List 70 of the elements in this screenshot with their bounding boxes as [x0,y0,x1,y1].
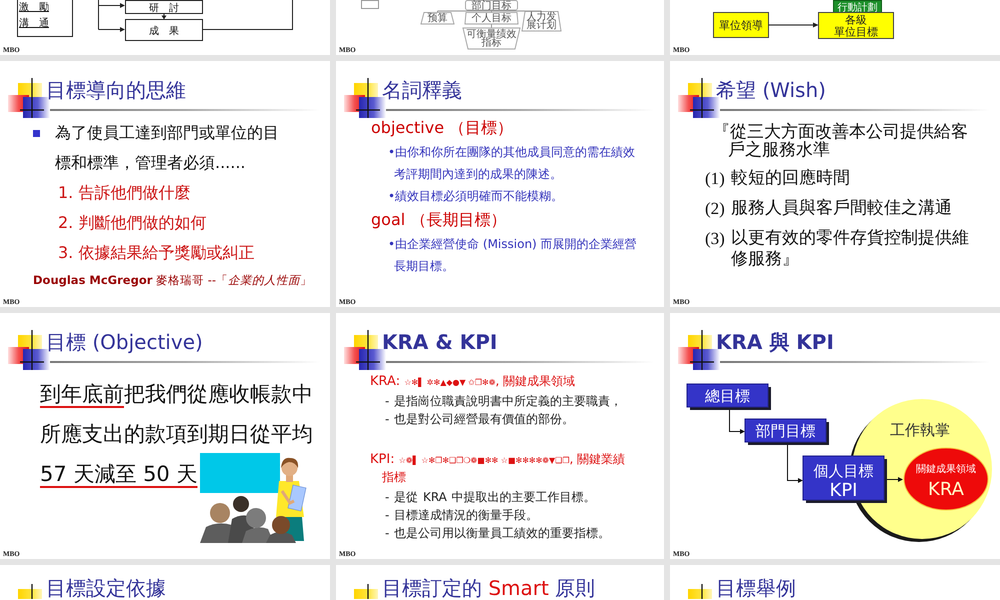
definition-text: •由你和你所在團隊的其他成員同意的需在績效考評期間內達到的成果的陳述。 [388,144,636,183]
term-heading: KRA: ☆✻▌ ✲✻▲◆●▼ ✩❒✻❁, 關鍵成果領域 [370,373,576,391]
list-frame [17,0,73,37]
item-number: (2) [705,198,725,219]
plan-box: 行動計劃 [833,0,882,14]
list-item: - 也是對公司經營最有價值的部份。 [385,411,576,428]
kra-label: KRA [928,479,964,500]
item-number: (1) [705,168,725,189]
title-logo-icon [354,583,380,599]
slide-title: 目標設定依據 [46,578,166,599]
goal-label: 總目標 [705,387,750,405]
goal-label: 個人目標 [814,462,874,480]
org-node: 个人目标 [464,12,519,24]
term-heading: KPI: ☆❁▌ ☆✻❒✻❑❒❍❁■✻✻ ☆■✻✻✻✻❁▼❑❒, 關鍵業績指標 [370,451,626,486]
kra-caption: 關鍵成果領域 [916,464,976,475]
unit-box: 各級 單位目標 [818,12,894,39]
list-item: 較短的回應時間 [730,168,851,189]
definition-text: •績效目標必須明確而不能模糊。 [388,188,564,205]
elbow-arrow [787,444,803,483]
slide-title: KRA 與 KPI [716,330,834,354]
bullet-icon [33,130,40,137]
slide-card[interactable]: 目標設定依據 [0,565,330,600]
slide-card[interactable]: 目標舉例 [670,565,1000,600]
unit-box: 單位領導 [713,12,769,38]
slide-title: 目標舉例 [716,578,796,599]
term-heading: objective （目標） [371,117,514,139]
down-arrow [162,13,166,20]
slide-card[interactable]: 目標訂定的 Smart 原則 [336,565,664,600]
org-node: 预算 [420,12,455,24]
list-item: 3. 依據結果給予獎勵或糾正 [58,242,256,264]
list-item: 以更有效的零件存貨控制提供維修服務』 [730,228,970,270]
list-item: 1. 告訴他們做什麼 [58,182,192,204]
title-logo-icon [18,583,44,599]
branch-arrow [98,0,125,32]
slide-title: 希望 (Wish) [716,78,826,102]
slide-title: 目標導向的思維 [46,78,186,102]
step-box: 成 果 [125,19,203,41]
goal-statement: 到年底前把我們從應收帳款中所應支出的款項到期日從平均 57 天減至 50 天 [40,381,314,488]
step-box: 研 討 [125,0,203,14]
list-item: 2. 判斷他們做的如何 [58,212,208,234]
slide-title: 目標訂定的 Smart 原則 [382,578,596,599]
goal-label: 部門目標 [756,422,816,440]
kpi-label: KPI [830,480,858,501]
title-logo-icon [8,77,50,119]
list-item: - 是從 KRA 中提取出的主要工作目標。 [385,489,597,506]
slide-title: 名詞釋義 [382,78,462,102]
definition-text: •由企業經營使命 (Mission) 而展開的企業經營長期目標。 [388,236,638,275]
org-node: 人力发 展计划 [521,11,562,32]
org-node: 可衡量绩效 指标 [462,28,521,50]
empty-box [361,0,379,9]
quote-text: 『從三大方面改善本公司提供給客戶之服務水準 [713,123,969,159]
item-number: (3) [705,228,725,249]
term-heading: goal （長期目標） [371,209,508,231]
bullet-text: 為了使員工達到部門或單位的目標和標準，管理者必須...... [55,122,280,174]
list-item: - 是指崗位職責說明書中所定義的主要職責， [385,393,624,410]
slide-title: KRA & KPI [382,330,498,354]
title-logo-icon [688,583,714,599]
org-node: 部门目标 [465,0,518,12]
frame-label: 溝 通 [19,18,49,29]
list-item: - 也是公司用以衡量員工績效的重要指標。 [385,525,612,542]
list-item: 服務人員與客戶間較佳之溝通 [730,198,953,219]
list-item: - 目標達成情況的衡量手段。 [385,507,540,524]
title-logo-icon [8,329,50,371]
connector-arrow [886,477,903,482]
citation: Douglas McGregor 麥格瑞哥 --「企業的人性面」 [33,272,314,289]
circle-label: 工作執掌 [890,421,950,439]
connector-arrow [768,22,818,28]
frame-label: 激 勵 [19,2,49,13]
slide-title: 目標 (Objective) [46,330,203,354]
elbow-arrow [729,410,745,434]
